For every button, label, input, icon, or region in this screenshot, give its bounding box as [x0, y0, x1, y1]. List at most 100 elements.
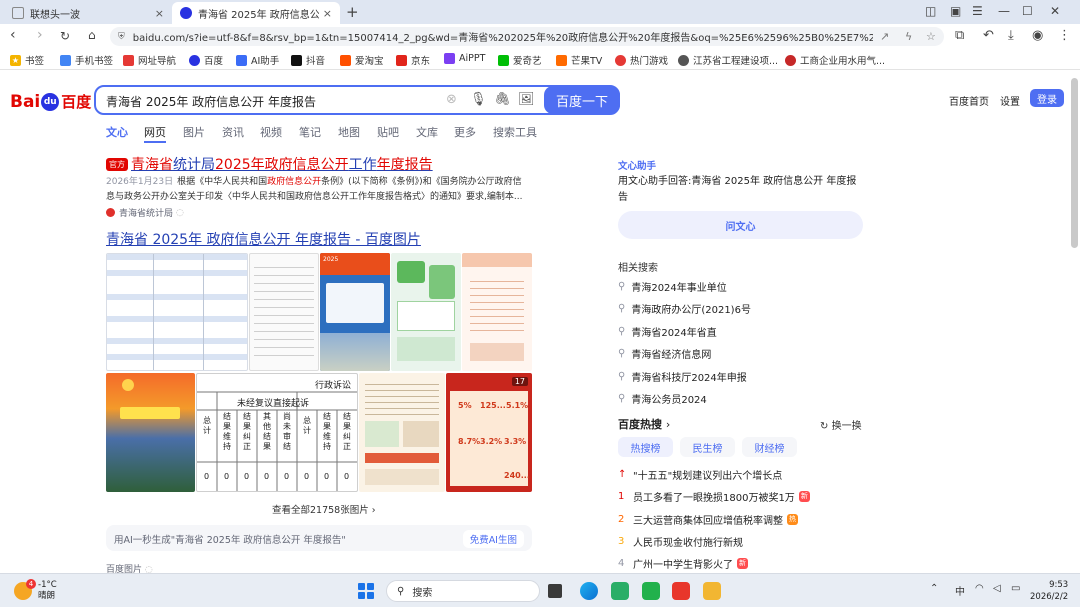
maximize-icon[interactable]: ☐: [1022, 4, 1033, 18]
hot-search-item[interactable]: 2 三大运营商集体回应增值税率调整热: [618, 512, 798, 527]
hot-search-item[interactable]: 4 广州一中学生背影火了新: [618, 556, 748, 571]
search-tools[interactable]: 搜索工具: [493, 124, 537, 140]
microphone-icon[interactable]: 🎙: [470, 92, 487, 107]
baidu-home-link[interactable]: 百度首页: [949, 93, 989, 108]
bookmark-item[interactable]: AI助手: [236, 53, 279, 67]
tab-web[interactable]: 网页: [144, 124, 166, 143]
bookmark-item[interactable]: AiPPT: [444, 53, 485, 64]
related-search-item[interactable]: ⚲ 青海省科技厅2024年申报: [618, 369, 747, 384]
image-result-title[interactable]: 青海省 2025年 政府信息公开 年度报告 - 百度图片: [106, 229, 421, 249]
close-icon[interactable]: ×: [155, 7, 164, 20]
bookmark-item[interactable]: 百度: [189, 53, 223, 67]
hot-search-item[interactable]: 1 员工多看了一眼挽损1800万被奖1万新: [618, 489, 810, 504]
bookmark-item[interactable]: 网址导航: [123, 53, 176, 67]
forward-icon[interactable]: ›: [37, 27, 43, 43]
baidu-logo[interactable]: Bai du 百度: [10, 91, 91, 112]
related-search-item[interactable]: ⚲ 青海政府办公厅(2021)6号: [618, 301, 751, 316]
home-icon[interactable]: ⌂: [88, 28, 96, 42]
tab-images[interactable]: 图片: [183, 124, 205, 140]
wenxin-answer[interactable]: 用文心助手回答:青海省 2025年 政府信息公开 年度报告: [618, 174, 858, 206]
bookmark-item[interactable]: 爱淘宝: [340, 53, 384, 67]
bookmark-item[interactable]: 江苏省工程建设项...: [678, 53, 778, 67]
tab-tieba[interactable]: 贴吧: [377, 124, 399, 140]
more-icon[interactable]: ⋮: [1058, 28, 1071, 43]
taskbar-search[interactable]: ⚲ 搜索: [386, 580, 540, 602]
windows-start-icon[interactable]: [358, 583, 374, 599]
ask-wenxin-button[interactable]: 问文心: [618, 211, 863, 239]
related-search-item[interactable]: ⚲ 青海2024年事业单位: [618, 279, 727, 294]
file-explorer-icon[interactable]: [703, 582, 721, 600]
result-source[interactable]: 青海省统计局 ◌: [106, 206, 184, 219]
task-view-icon[interactable]: [548, 584, 562, 598]
extensions-icon[interactable]: ▣: [950, 4, 961, 18]
image-thumb[interactable]: [391, 253, 461, 371]
bookmark-item[interactable]: 工商企业用水用气...: [785, 53, 885, 67]
bookmark-item[interactable]: 京东: [396, 53, 430, 67]
new-tab-button[interactable]: +: [346, 3, 359, 21]
settings-link[interactable]: 设置: [1000, 93, 1020, 108]
minimize-icon[interactable]: —: [998, 4, 1010, 18]
tab-livelihood-list[interactable]: 民生榜: [680, 437, 735, 457]
see-all-images-link[interactable]: 查看全部21758张图片 ›: [272, 502, 376, 516]
related-search-item[interactable]: ⚲ 青海公务员2024: [618, 391, 707, 406]
tab-notes[interactable]: 笔记: [299, 124, 321, 140]
back-icon[interactable]: ‹: [10, 27, 16, 43]
free-ai-image-button[interactable]: 免费AI生图: [462, 530, 524, 548]
tab-hot-list[interactable]: 热搜榜: [618, 437, 673, 457]
attachment-icon[interactable]: 🖇: [494, 92, 511, 107]
tab-news[interactable]: 资讯: [222, 124, 244, 140]
hot-search-item[interactable]: 3 人民币现金收付施行新规: [618, 534, 743, 549]
tab-map[interactable]: 地图: [338, 124, 360, 140]
browser-icon[interactable]: [580, 582, 598, 600]
clear-icon[interactable]: ⊗: [446, 92, 457, 107]
sidebar-icon[interactable]: ◫: [925, 4, 936, 18]
bookmark-item[interactable]: 热门游戏: [615, 53, 668, 67]
hot-search-item[interactable]: ↑ "十五五"规划建议列出六个增长点: [618, 467, 782, 482]
tab-video[interactable]: 视频: [260, 124, 282, 140]
login-button[interactable]: 登录: [1030, 89, 1064, 107]
image-search-icon[interactable]: 🖼: [518, 92, 535, 107]
image-thumb[interactable]: [462, 253, 532, 371]
url-bar[interactable]: ⛨ baidu.com/s?ie=utf-8&f=8&rsv_bp=1&tn=1…: [110, 27, 944, 46]
chevron-up-icon[interactable]: ⌃: [930, 583, 938, 594]
search-input[interactable]: 青海省 2025年 政府信息公开 年度报告 ⊗ 🎙 🖇 🖼: [94, 85, 620, 115]
bookmark-item[interactable]: ★ 书签: [10, 53, 44, 67]
tab-wenku[interactable]: 文库: [416, 124, 438, 140]
wps-icon[interactable]: [672, 582, 690, 600]
reload-icon[interactable]: ↻: [60, 29, 70, 43]
chat-icon[interactable]: [642, 582, 660, 600]
image-thumb[interactable]: [106, 373, 195, 492]
window-close-icon[interactable]: ✕: [1050, 4, 1060, 18]
search-button[interactable]: 百度一下: [544, 86, 620, 114]
system-clock[interactable]: 9:53 2026/2/2: [1030, 579, 1068, 603]
avatar-icon[interactable]: ◉: [1032, 28, 1043, 43]
browser-tab-2[interactable]: 青海省 2025年 政府信息公开 年度 ×: [172, 2, 340, 24]
table-image[interactable]: 行政诉讼 未经复议直接起诉 总计 结果维持 结果纠正 其他结果 尚未审结 总计 …: [196, 373, 358, 492]
star-icon[interactable]: ☆: [926, 30, 936, 43]
bookmark-item[interactable]: 芒果TV: [556, 53, 602, 67]
baidu-hot-search-heading[interactable]: 百度热搜 ›: [618, 416, 670, 432]
result-title[interactable]: 青海省统计局2025年政府信息公开工作年度报告: [131, 154, 433, 174]
wechat-icon[interactable]: [611, 582, 629, 600]
menu-icon[interactable]: ☰: [972, 4, 983, 18]
image-thumb[interactable]: 2025: [320, 253, 390, 371]
image-thumb[interactable]: [106, 253, 248, 371]
image-thumb[interactable]: [359, 373, 445, 492]
refresh-button[interactable]: ↻ 换一换: [820, 417, 862, 432]
scrollbar-thumb[interactable]: [1071, 78, 1078, 248]
undo-icon[interactable]: ↶: [983, 28, 994, 43]
browser-tab-1[interactable]: 联想头一波 ×: [4, 2, 172, 24]
bookmark-item[interactable]: 爱奇艺: [498, 53, 542, 67]
tab-wenxin[interactable]: 文心: [106, 124, 128, 140]
puzzle-icon[interactable]: ⧉: [955, 28, 964, 43]
battery-icon[interactable]: ▭: [1011, 583, 1020, 594]
close-icon[interactable]: ×: [323, 7, 332, 20]
weather-widget[interactable]: 4 -1°C 晴朗: [14, 579, 57, 602]
stats-image[interactable]: 17 5% 125... 5.1% 8.7% 3.2% 3.3% 240...: [446, 373, 532, 492]
tab-finance-list[interactable]: 财经榜: [742, 437, 797, 457]
tab-more[interactable]: 更多: [454, 124, 476, 140]
ime-indicator[interactable]: 中: [955, 583, 965, 598]
share-icon[interactable]: ↗: [880, 30, 889, 43]
download-icon[interactable]: ⤓: [1008, 28, 1014, 43]
related-search-item[interactable]: ⚲ 青海省2024年省直: [618, 324, 717, 339]
